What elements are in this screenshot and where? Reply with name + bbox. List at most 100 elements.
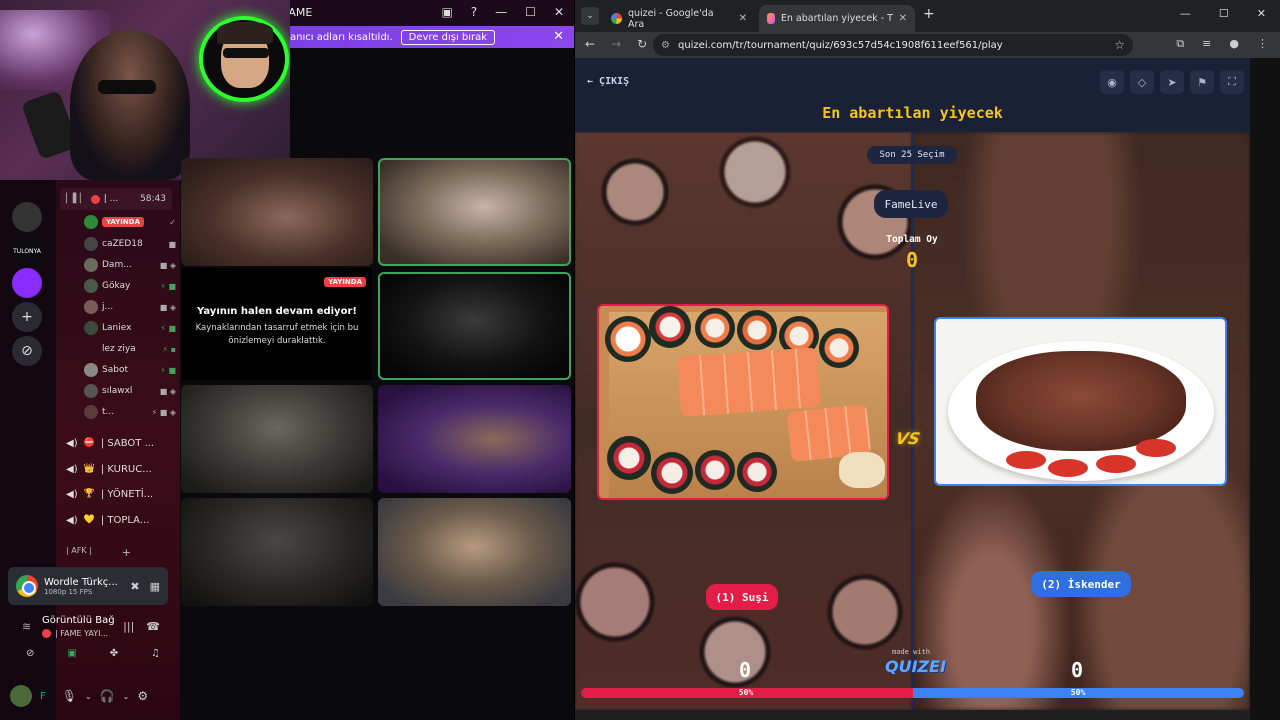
server-icon[interactable] bbox=[12, 268, 42, 298]
new-tab-icon[interactable]: + bbox=[923, 6, 935, 22]
scrollbar-area[interactable] bbox=[1250, 58, 1280, 720]
inbox-icon[interactable]: ▣ bbox=[441, 5, 452, 19]
tab-search-icon[interactable]: ⌄ bbox=[581, 7, 599, 25]
bookmark-star-icon[interactable]: ☆ bbox=[1114, 38, 1125, 52]
noise-suppression-icon[interactable]: ||| bbox=[123, 620, 134, 633]
paused-stream-text: Kaynaklarından tasarruf etmek için bu ön… bbox=[195, 323, 359, 346]
address-bar[interactable]: ⚙ quizei.com/tr/tournament/quiz/693c57d5… bbox=[653, 34, 1133, 56]
notice-close-icon[interactable]: ✕ bbox=[553, 29, 564, 44]
eye-icon[interactable]: ◉ bbox=[1100, 70, 1124, 94]
minimize-icon[interactable]: — bbox=[495, 5, 507, 19]
exit-button[interactable]: ← ÇIKIŞ bbox=[587, 76, 629, 87]
tab-close-icon[interactable]: ✕ bbox=[899, 13, 907, 24]
maximize-icon[interactable]: ☐ bbox=[1219, 7, 1229, 20]
activities-icon[interactable]: ✤ bbox=[110, 648, 118, 659]
profile-icon[interactable]: ● bbox=[1229, 37, 1239, 51]
member-row[interactable]: Laniex ⚡ ■ bbox=[84, 320, 176, 336]
media-controls-icon[interactable]: ≡ bbox=[1202, 37, 1211, 51]
afk-label: | AFK | bbox=[66, 546, 92, 555]
soundboard-icon[interactable]: ♫ bbox=[151, 648, 160, 659]
voice-controls: ⊘ ▣ ✤ ♫ bbox=[18, 648, 168, 659]
participant-video[interactable] bbox=[181, 158, 373, 266]
stop-stream-icon[interactable]: ✖ bbox=[130, 580, 139, 593]
participant-video-speaking[interactable] bbox=[378, 272, 571, 380]
quizei-logo[interactable]: QUIZEI bbox=[885, 657, 946, 676]
channel-name: | TOPLA... bbox=[100, 514, 150, 526]
server-icon[interactable] bbox=[12, 202, 42, 232]
headphones-icon[interactable]: 🎧 bbox=[100, 689, 115, 703]
channel-emoji: 🏆 bbox=[83, 489, 95, 499]
afk-category[interactable]: | AFK | + bbox=[66, 546, 176, 559]
voice-channel-header[interactable]: ▏▌▏ | ... 58:43 bbox=[60, 188, 172, 210]
member-row[interactable]: caZED18 ■ bbox=[84, 236, 176, 252]
paused-stream-tile[interactable]: YAYINDA Yayının halen devam ediyor! Kayn… bbox=[182, 268, 372, 380]
notice-banner: anıcı adları kısaltıldı. Devre dışı bıra… bbox=[288, 26, 574, 48]
stream-activity-card[interactable]: Wordle Türkç... 1080p 15 FPS ✖ ▦ bbox=[8, 567, 168, 605]
tab-title: quizei - Google'da Ara bbox=[627, 7, 714, 30]
discover-icon[interactable]: ⊘ bbox=[12, 336, 42, 366]
participant-video[interactable] bbox=[181, 385, 373, 493]
tab-google-search[interactable]: quizei - Google'da Ara ✕ bbox=[603, 5, 755, 32]
member-row[interactable]: sılawxl ■ ◈ bbox=[84, 383, 176, 399]
tab-close-icon[interactable]: ✕ bbox=[739, 13, 747, 24]
minimize-icon[interactable]: — bbox=[1180, 7, 1191, 20]
microphone-icon[interactable]: 🎙 bbox=[62, 689, 77, 703]
tab-quizei[interactable]: En abartılan yiyecek - Tier List, E ✕ bbox=[759, 5, 915, 32]
member-row[interactable]: t... ⚡ ■ ◈ bbox=[84, 404, 176, 420]
stream-settings-icon[interactable]: ▦ bbox=[150, 580, 160, 593]
participant-video[interactable] bbox=[378, 498, 571, 606]
round-badge: Son 25 Seçim bbox=[867, 146, 957, 164]
screen-share-icon[interactable]: ▣ bbox=[67, 648, 76, 659]
voice-wave-icon: ▏▌▏ bbox=[66, 194, 87, 204]
chevron-down-icon[interactable]: ⌄ bbox=[123, 692, 130, 701]
chevron-down-icon[interactable]: ⌄ bbox=[85, 692, 92, 701]
member-row[interactable]: j... ■ ◈ bbox=[84, 299, 176, 315]
member-row[interactable]: Gökay ⚡ ■ bbox=[84, 278, 176, 294]
camera-off-icon[interactable]: ⊘ bbox=[26, 648, 34, 659]
menu-icon[interactable]: ⋮ bbox=[1257, 37, 1268, 51]
close-icon[interactable]: ✕ bbox=[1257, 7, 1266, 20]
extensions-icon[interactable]: ⧉ bbox=[1176, 37, 1184, 51]
back-icon[interactable]: ← bbox=[585, 37, 595, 51]
member-row[interactable]: lez ziya ⚡ ▪ bbox=[84, 341, 176, 357]
option-card-sushi[interactable] bbox=[597, 304, 889, 500]
add-server-icon[interactable]: + bbox=[12, 302, 42, 332]
signal-icon[interactable]: ≋ bbox=[22, 620, 31, 633]
user-avatar[interactable] bbox=[10, 685, 32, 707]
participant-video[interactable] bbox=[378, 385, 571, 493]
browser-toolbar: ← → ↻ ⚙ quizei.com/tr/tournament/quiz/69… bbox=[575, 32, 1280, 58]
exit-label: ÇIKIŞ bbox=[599, 76, 630, 87]
help-icon[interactable]: ? bbox=[471, 5, 477, 19]
voice-channel[interactable]: ◀) 🏆 | YÖNETİ... bbox=[66, 485, 176, 503]
member-row[interactable]: YAYINDA ✓ bbox=[84, 214, 176, 230]
voice-channel[interactable]: ◀) ⛔ | SABOT ... bbox=[66, 434, 176, 452]
send-icon[interactable]: ➤ bbox=[1160, 70, 1184, 94]
choose-sushi-button[interactable]: (1) Suşi bbox=[706, 584, 778, 610]
voice-channel[interactable]: ◀) 👑 | KURUC... bbox=[66, 460, 176, 478]
close-icon[interactable]: ✕ bbox=[554, 5, 564, 19]
flag-icon[interactable]: ⚑ bbox=[1190, 70, 1214, 94]
shapes-icon[interactable]: ◇ bbox=[1130, 70, 1154, 94]
voice-channel-name: | ... bbox=[103, 194, 119, 204]
channel-emoji: 👑 bbox=[83, 464, 95, 474]
sunglasses bbox=[98, 80, 156, 94]
option-card-iskender[interactable] bbox=[934, 317, 1227, 486]
site-info-icon[interactable]: ⚙ bbox=[661, 40, 670, 51]
disconnect-icon[interactable]: ☎ bbox=[146, 620, 160, 633]
forward-icon[interactable]: → bbox=[611, 37, 621, 51]
add-channel-icon[interactable]: + bbox=[122, 546, 131, 559]
choose-iskender-button[interactable]: (2) İskender bbox=[1031, 571, 1131, 597]
reload-icon[interactable]: ↻ bbox=[637, 37, 647, 51]
member-row[interactable]: Sabot ⚡ ■ bbox=[84, 362, 176, 378]
participant-video[interactable] bbox=[181, 498, 373, 606]
speaker-icon: ◀) bbox=[66, 488, 78, 500]
voice-channel[interactable]: ◀) 💛 | TOPLA... bbox=[66, 511, 176, 529]
maximize-icon[interactable]: ☐ bbox=[525, 5, 536, 19]
member-row[interactable]: Dam... ■ ◈ bbox=[84, 257, 176, 273]
fullscreen-icon[interactable]: ⛶ bbox=[1220, 70, 1244, 94]
settings-gear-icon[interactable]: ⚙ bbox=[137, 689, 148, 703]
server-icon-tulonya[interactable]: TULONYA bbox=[12, 236, 42, 266]
disable-button[interactable]: Devre dışı bırak bbox=[400, 29, 496, 45]
boost-icon: ⚡ ■ bbox=[160, 281, 176, 291]
participant-video-speaking[interactable] bbox=[378, 158, 571, 266]
